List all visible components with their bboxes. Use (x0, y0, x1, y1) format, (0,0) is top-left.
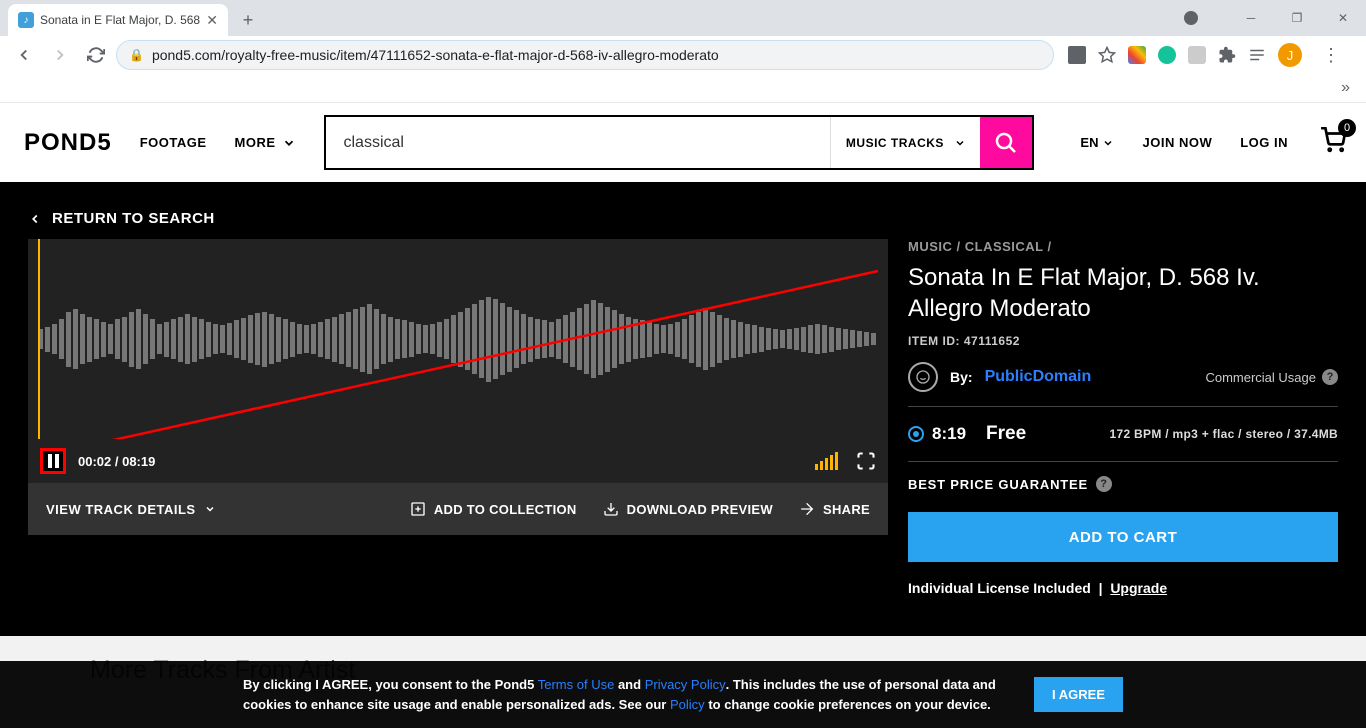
license-info: Individual License Included | Upgrade (908, 580, 1338, 596)
profile-indicator-icon[interactable] (1184, 11, 1198, 25)
price-guarantee[interactable]: BEST PRICE GUARANTEE ? (908, 462, 1338, 512)
waveform[interactable] (28, 239, 888, 439)
chevron-left-icon (28, 212, 42, 226)
share-icon (799, 501, 815, 517)
logo[interactable]: POND5 (24, 129, 112, 157)
download-preview-button[interactable]: DOWNLOAD PREVIEW (603, 501, 773, 517)
crumb-music[interactable]: MUSIC (908, 239, 952, 254)
ext-icon-1[interactable] (1128, 46, 1146, 64)
item-id: ITEM ID: 47111652 (908, 334, 1338, 348)
forward-button[interactable] (44, 39, 76, 71)
search-button[interactable] (980, 117, 1032, 168)
cookie-text: By clicking I AGREE, you consent to the … (243, 675, 1004, 714)
bookmark-star-icon[interactable] (1098, 46, 1116, 64)
address-bar: 🔒 pond5.com/royalty-free-music/item/4711… (0, 36, 1366, 74)
bookmark-overflow: » (0, 74, 1366, 102)
extension-icons: J ⋮ (1058, 43, 1358, 67)
player-controls: 00:02 / 08:19 (28, 439, 888, 483)
tab-title: Sonata in E Flat Major, D. 568 (40, 13, 200, 27)
add-to-cart-button[interactable]: ADD TO CART (908, 512, 1338, 562)
favicon-icon: ♪ (18, 12, 34, 28)
collection-icon (410, 501, 426, 517)
minimize-button[interactable]: ─ (1228, 2, 1274, 34)
nav-footage[interactable]: FOOTAGE (140, 135, 207, 150)
crumb-classical[interactable]: CLASSICAL (965, 239, 1044, 254)
download-icon (603, 501, 619, 517)
pause-icon (48, 454, 59, 468)
search-input[interactable] (326, 117, 831, 168)
add-to-collection-button[interactable]: ADD TO COLLECTION (410, 501, 577, 517)
breadcrumbs: MUSIC / CLASSICAL / (908, 239, 1338, 254)
cart-button[interactable]: 0 (1320, 127, 1346, 158)
browser-chrome: ♪ Sonata in E Flat Major, D. 568 ✕ + ─ ❐… (0, 0, 1366, 102)
search-category-select[interactable]: MUSIC TRACKS (830, 117, 980, 168)
track-actions-bar: VIEW TRACK DETAILS ADD TO COLLECTION DOW… (28, 483, 888, 535)
chrome-menu-icon[interactable]: ⋮ (1314, 45, 1348, 66)
chevron-down-icon (1102, 137, 1114, 149)
track-title: Sonata In E Flat Major, D. 568 Iv. Alleg… (908, 262, 1338, 324)
privacy-link[interactable]: Privacy Policy (645, 677, 726, 692)
site-header: POND5 FOOTAGE MORE MUSIC TRACKS EN JOIN … (0, 102, 1366, 182)
reload-button[interactable] (80, 39, 112, 71)
ext-icon-2[interactable] (1158, 46, 1176, 64)
info-icon: ? (1322, 369, 1338, 385)
pause-button[interactable] (40, 448, 66, 474)
lock-icon: 🔒 (129, 48, 144, 62)
terms-link[interactable]: Terms of Use (538, 677, 615, 692)
translate-icon[interactable] (1068, 46, 1086, 64)
join-now-link[interactable]: JOIN NOW (1142, 135, 1212, 150)
return-to-search-link[interactable]: RETURN TO SEARCH (28, 210, 1338, 227)
ext-icon-3[interactable] (1188, 46, 1206, 64)
login-link[interactable]: LOG IN (1240, 135, 1288, 150)
fullscreen-icon[interactable] (856, 451, 876, 471)
chevron-down-icon (282, 136, 296, 150)
duration-option[interactable]: 8:19 (908, 424, 966, 444)
meta-row: 8:19 Free 172 BPM / mp3 + flac / stereo … (908, 407, 1338, 462)
search-icon (994, 131, 1018, 155)
new-tab-button[interactable]: + (234, 6, 262, 34)
tab-bar: ♪ Sonata in E Flat Major, D. 568 ✕ + ─ ❐… (0, 0, 1366, 36)
agree-button[interactable]: I AGREE (1034, 677, 1123, 712)
player-column: 00:02 / 08:19 VIEW TRACK DETAILS (28, 239, 888, 596)
info-column: MUSIC / CLASSICAL / Sonata In E Flat Maj… (908, 239, 1338, 596)
chevron-down-icon (954, 137, 966, 149)
upgrade-link[interactable]: Upgrade (1110, 580, 1167, 596)
usage-info[interactable]: Commercial Usage ? (1205, 369, 1338, 385)
url-text: pond5.com/royalty-free-music/item/471116… (152, 47, 719, 63)
browser-tab[interactable]: ♪ Sonata in E Flat Major, D. 568 ✕ (8, 4, 228, 36)
volume-control[interactable] (815, 452, 838, 470)
author-link[interactable]: PublicDomain (985, 368, 1092, 386)
radio-selected-icon (908, 426, 924, 442)
author-row: By: PublicDomain Commercial Usage ? (908, 362, 1338, 407)
extensions-icon[interactable] (1218, 46, 1236, 64)
nav-more[interactable]: MORE (235, 135, 296, 150)
maximize-button[interactable]: ❐ (1274, 2, 1320, 34)
share-button[interactable]: SHARE (799, 501, 870, 517)
chevron-right-icon[interactable]: » (1341, 79, 1350, 97)
time-display: 00:02 / 08:19 (78, 454, 155, 469)
reading-list-icon[interactable] (1248, 46, 1266, 64)
price: Free (986, 423, 1026, 445)
cookie-banner: By clicking I AGREE, you consent to the … (0, 661, 1366, 728)
back-button[interactable] (8, 39, 40, 71)
by-label: By: (950, 369, 973, 385)
playhead[interactable] (38, 239, 40, 439)
language-select[interactable]: EN (1080, 135, 1114, 150)
info-icon: ? (1096, 476, 1112, 492)
duration: 8:19 (932, 424, 966, 444)
cart-badge: 0 (1338, 119, 1356, 137)
tab-close-icon[interactable]: ✕ (206, 12, 218, 29)
url-input[interactable]: 🔒 pond5.com/royalty-free-music/item/4711… (116, 40, 1054, 70)
view-track-details[interactable]: VIEW TRACK DETAILS (46, 502, 216, 517)
close-window-button[interactable]: ✕ (1320, 2, 1366, 34)
main-content: RETURN TO SEARCH 00:02 / 08:19 (0, 182, 1366, 636)
chevron-down-icon (204, 503, 216, 515)
format-info: 172 BPM / mp3 + flac / stereo / 37.4MB (1110, 427, 1339, 441)
policy-link[interactable]: Policy (670, 697, 705, 712)
profile-avatar[interactable]: J (1278, 43, 1302, 67)
window-controls: ─ ❐ ✕ (1184, 0, 1366, 36)
search-bar: MUSIC TRACKS (324, 115, 1035, 170)
author-avatar-icon (908, 362, 938, 392)
